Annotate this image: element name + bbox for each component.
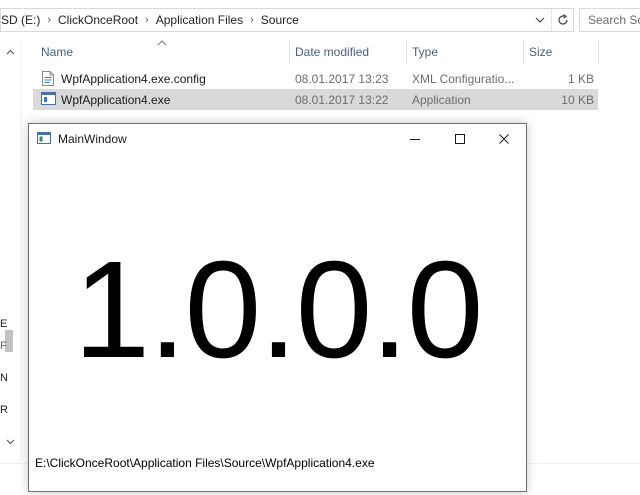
column-divider[interactable] [289, 40, 290, 64]
column-header-date-modified[interactable]: Date modified [295, 45, 369, 59]
scroll-down-icon[interactable] [6, 434, 15, 448]
breadcrumb-source[interactable]: Source [261, 13, 299, 27]
sort-ascending-icon [157, 35, 167, 49]
breadcrumb-drive[interactable]: SD (E:) [1, 13, 40, 27]
file-row-selected[interactable]: WpfApplication4.exe 08.01.2017 13:22 App… [33, 89, 598, 110]
maximize-icon [455, 134, 465, 144]
file-size: 10 KB [561, 93, 594, 107]
breadcrumb-clickonceroot[interactable]: ClickOnceRoot [58, 13, 138, 27]
application-icon [41, 92, 56, 108]
file-list-header: Name Date modified Type Size [33, 40, 640, 64]
file-date-modified: 08.01.2017 13:22 [295, 93, 389, 107]
file-date-modified: 08.01.2017 13:23 [295, 72, 389, 86]
address-history-dropdown[interactable] [529, 9, 551, 31]
window-title: MainWindow [58, 132, 127, 146]
executable-path-label: E:\ClickOnceRoot\Application Files\Sourc… [35, 456, 375, 470]
window-titlebar[interactable]: MainWindow [29, 124, 526, 154]
breadcrumb-separator-icon[interactable]: › [250, 14, 254, 26]
chevron-down-icon [535, 17, 545, 23]
close-button[interactable] [481, 124, 527, 154]
main-window[interactable]: MainWindow 1.0.0.0 E:\ClickOnceRoot\Appl… [28, 123, 527, 492]
refresh-button[interactable] [551, 9, 573, 31]
column-header-name[interactable]: Name [41, 45, 73, 59]
file-type: Application [412, 93, 471, 107]
breadcrumb-application-files[interactable]: Application Files [156, 13, 243, 27]
address-bar[interactable]: SD (E:) › ClickOnceRoot › Application Fi… [0, 8, 574, 32]
nav-item-fragment[interactable]: N [0, 372, 8, 384]
file-name: WpfApplication4.exe.config [61, 72, 206, 86]
minimize-icon [410, 139, 420, 140]
column-divider[interactable] [523, 40, 524, 64]
refresh-icon [557, 14, 568, 25]
search-input[interactable] [588, 13, 640, 27]
search-box[interactable] [579, 8, 640, 32]
column-header-type[interactable]: Type [412, 45, 438, 59]
close-icon [499, 134, 509, 144]
maximize-button[interactable] [437, 124, 483, 154]
file-row[interactable]: WpfApplication4.exe.config 08.01.2017 13… [33, 68, 598, 89]
config-file-icon [41, 71, 55, 89]
scroll-up-icon[interactable] [6, 44, 15, 58]
minimize-button[interactable] [392, 124, 438, 154]
nav-item-fragment[interactable]: R [0, 404, 8, 416]
nav-item-fragment[interactable]: E [0, 318, 7, 330]
column-divider[interactable] [598, 40, 599, 64]
breadcrumb-separator-icon[interactable]: › [47, 14, 51, 26]
version-label: 1.0.0.0 [73, 233, 483, 387]
navigation-pane[interactable]: E F N R [0, 40, 22, 460]
window-app-icon [37, 132, 51, 147]
column-header-size[interactable]: Size [529, 45, 552, 59]
file-type: XML Configuratio... [412, 72, 515, 86]
nav-item-fragment[interactable]: F [0, 340, 7, 352]
file-name: WpfApplication4.exe [61, 93, 171, 107]
file-size: 1 KB [567, 72, 594, 86]
breadcrumb-separator-icon[interactable]: › [145, 14, 149, 26]
column-divider[interactable] [406, 40, 407, 64]
